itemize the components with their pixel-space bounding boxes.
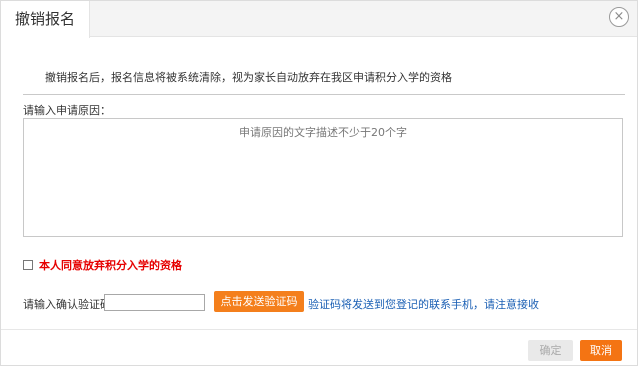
agreement-checkbox[interactable] — [23, 260, 33, 270]
divider — [23, 94, 625, 95]
confirm-button[interactable]: 确定 — [528, 340, 573, 361]
footer-divider — [1, 329, 637, 330]
dialog-title: 撤销报名 — [1, 1, 91, 38]
cancel-button[interactable]: 取消 — [580, 340, 622, 361]
agreement-row[interactable]: 本人同意放弃积分入学的资格 — [23, 257, 182, 273]
send-code-button[interactable]: 点击发送验证码 — [214, 291, 304, 312]
dialog-titlebar: 撤销报名 × — [1, 1, 637, 38]
reason-label: 请输入申请原因： — [23, 104, 111, 117]
revoke-registration-dialog: 撤销报名 × 撤销报名后，报名信息将被系统清除，视为家长自动放弃在我区申请积分入… — [0, 0, 638, 366]
agreement-label: 本人同意放弃积分入学的资格 — [39, 259, 182, 272]
verification-code-input[interactable] — [104, 294, 205, 311]
reason-textarea[interactable] — [23, 118, 623, 237]
verification-hint: 验证码将发送到您登记的联系手机，请注意接收 — [308, 298, 539, 311]
close-icon[interactable]: × — [609, 7, 629, 27]
revoke-notice: 撤销报名后，报名信息将被系统清除，视为家长自动放弃在我区申请积分入学的资格 — [45, 71, 452, 84]
